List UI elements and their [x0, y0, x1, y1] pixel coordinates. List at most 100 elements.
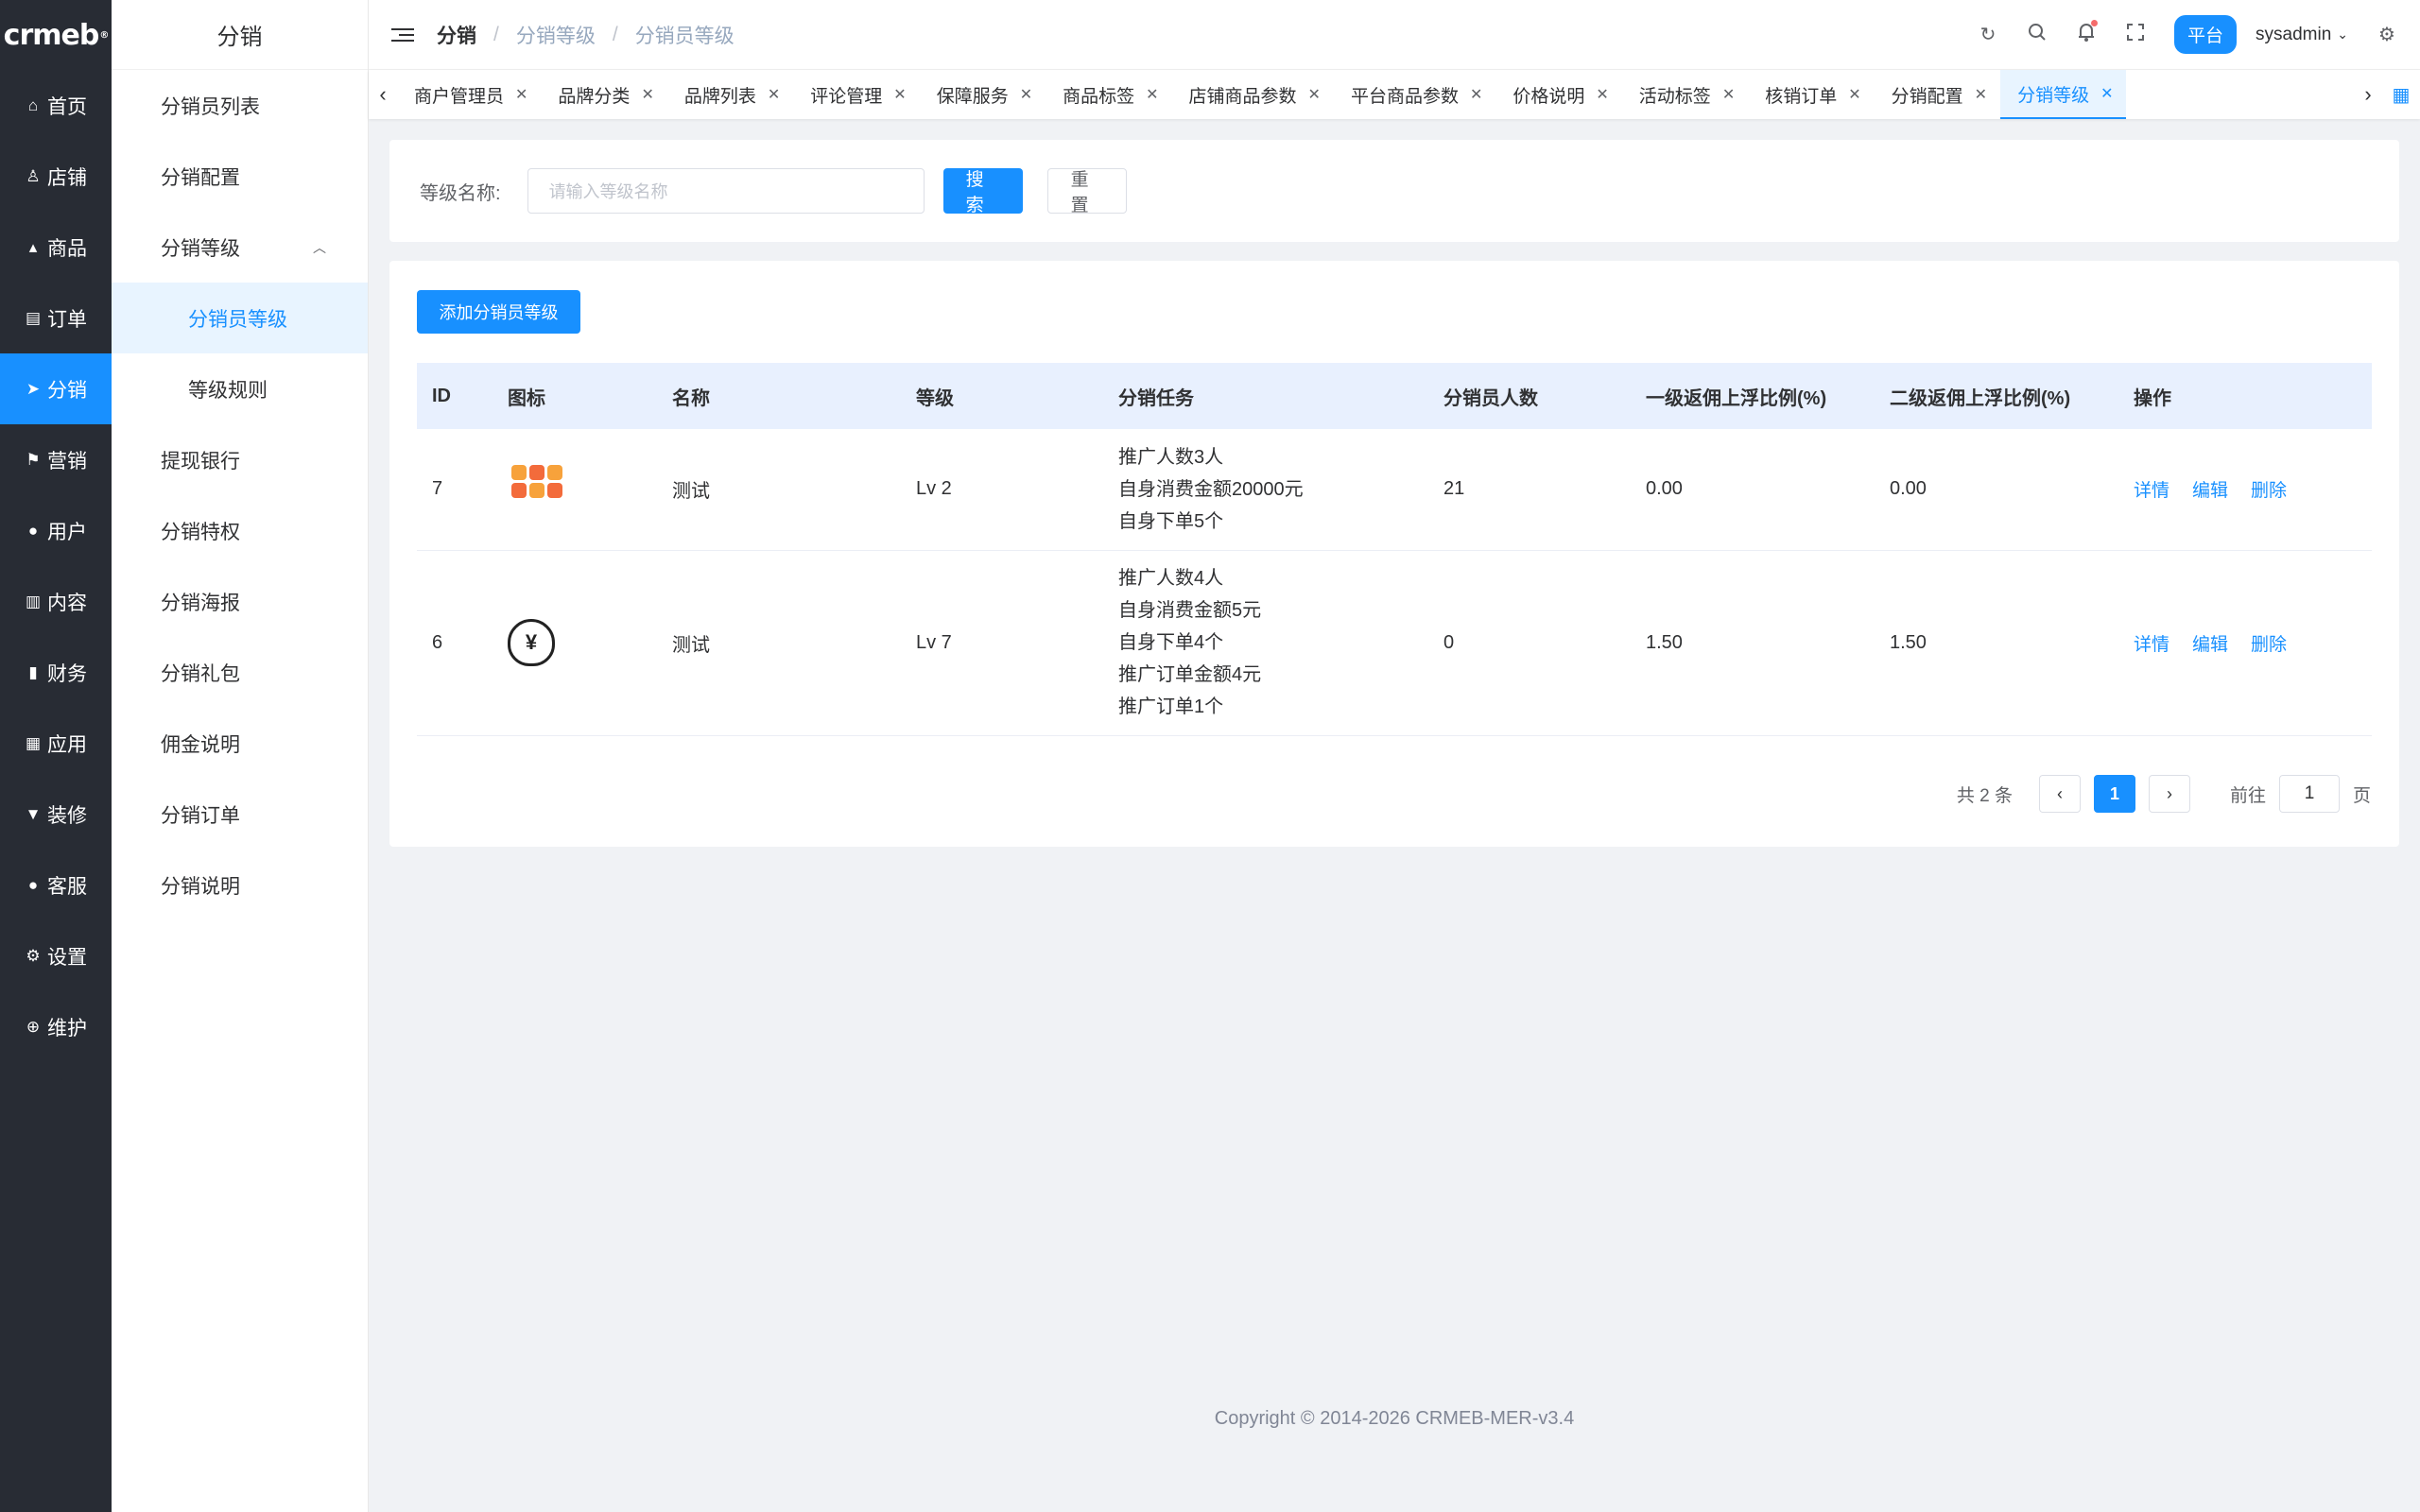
platform-badge[interactable]: 平台 — [2174, 15, 2238, 54]
edit-link[interactable]: 编辑 — [2192, 481, 2228, 501]
tab-3[interactable]: 评论管理 ✕ — [793, 70, 919, 119]
add-level-button[interactable]: 添加分销员等级 — [417, 290, 580, 334]
sidebar-item-11[interactable]: 分销说明 — [112, 850, 368, 920]
goto-page-input[interactable]: 1 — [2278, 775, 2340, 813]
chevron-left-icon[interactable]: ‹ — [369, 82, 397, 107]
sidebar-item-6[interactable]: 分销特权 — [112, 495, 368, 566]
tab-label: 品牌列表 — [683, 86, 756, 107]
level-name-input[interactable]: 请输入等级名称 — [527, 168, 925, 214]
close-icon[interactable]: ✕ — [1722, 85, 1735, 104]
logo-text: crmeb — [3, 18, 100, 52]
nav-item-6[interactable]: ● 用户 — [0, 495, 112, 566]
sidebar-item-3[interactable]: 分销员等级 — [112, 283, 368, 353]
tab-2[interactable]: 品牌列表 ✕ — [667, 70, 793, 119]
flag-icon: ⚑ — [26, 450, 41, 469]
delete-link[interactable]: 删除 — [2251, 481, 2287, 501]
sidebar-item-7[interactable]: 分销海报 — [112, 566, 368, 637]
tab-1[interactable]: 品牌分类 ✕ — [541, 70, 666, 119]
badges-image-icon[interactable] — [508, 461, 564, 518]
nav-item-3[interactable]: ▤ 订单 — [0, 283, 112, 353]
nav-item-8[interactable]: ▮ 财务 — [0, 637, 112, 708]
sidebar-item-10[interactable]: 分销订单 — [112, 779, 368, 850]
sidebar-item-9[interactable]: 佣金说明 — [112, 708, 368, 779]
edit-link[interactable]: 编辑 — [2192, 635, 2228, 655]
level-table-card: 添加分销员等级 ID 图标 名称 等级 分销任务 分销员人数 一级返佣上浮比例(%) 二级返佣… — [389, 261, 2399, 847]
tab-11[interactable]: 分销配置 ✕ — [1875, 70, 2000, 119]
prev-page-button[interactable]: ‹ — [2038, 775, 2081, 813]
sidebar-item-5[interactable]: 提现银行 — [112, 424, 368, 495]
column-header: 分销任务 — [1118, 387, 1194, 409]
nav-item-2[interactable]: ▴ 商品 — [0, 212, 112, 283]
refresh-icon[interactable]: ↻ — [1978, 23, 1998, 46]
tab-7[interactable]: 平台商品参数 ✕ — [1334, 70, 1495, 119]
nav-item-13[interactable]: ⊕ 维护 — [0, 991, 112, 1062]
tab-12[interactable]: 分销等级 ✕ — [2000, 70, 2127, 119]
brand-logo[interactable]: crmeb ® — [0, 0, 112, 70]
money-bag-icon[interactable]: ¥ — [508, 619, 555, 666]
cell-actions: 详情 编辑 删除 — [2118, 550, 2372, 736]
close-icon[interactable]: ✕ — [1020, 85, 1032, 104]
page-number-button[interactable]: 1 — [2093, 775, 2135, 813]
nav-item-9[interactable]: ▦ 应用 — [0, 708, 112, 779]
nav-item-12[interactable]: ⚙ 设置 — [0, 920, 112, 991]
close-icon[interactable]: ✕ — [768, 85, 780, 104]
tab-6[interactable]: 店铺商品参数 ✕ — [1172, 70, 1334, 119]
sidebar-item-4[interactable]: 等级规则 — [112, 353, 368, 424]
fullscreen-icon[interactable] — [2125, 23, 2146, 47]
close-icon[interactable]: ✕ — [2100, 84, 2113, 103]
sidebar-item-label: 分销员列表 — [161, 95, 260, 118]
detail-link[interactable]: 详情 — [2134, 635, 2169, 655]
cell-count: 0 — [1428, 550, 1631, 736]
sidebar-item-label: 提现银行 — [161, 450, 240, 472]
search-button[interactable]: 搜索 — [942, 168, 1023, 215]
reset-button[interactable]: 重置 — [1046, 168, 1127, 215]
close-icon[interactable]: ✕ — [1596, 85, 1608, 104]
close-icon[interactable]: ✕ — [1308, 85, 1321, 104]
close-icon[interactable]: ✕ — [1975, 85, 1987, 104]
delete-link[interactable]: 删除 — [2251, 635, 2287, 655]
cell-name: 测试 — [657, 429, 901, 551]
user-menu[interactable]: sysadmin ⌄ — [2256, 25, 2348, 45]
nav-item-7[interactable]: ▥ 内容 — [0, 566, 112, 637]
close-icon[interactable]: ✕ — [1848, 85, 1860, 104]
nav-item-5[interactable]: ⚑ 营销 — [0, 424, 112, 495]
menu-toggle-icon[interactable] — [391, 24, 414, 46]
sidebar-item-label: 分销订单 — [161, 804, 240, 827]
detail-link[interactable]: 详情 — [2134, 481, 2169, 501]
search-icon[interactable] — [2027, 23, 2048, 47]
tab-10[interactable]: 核销订单 ✕ — [1748, 70, 1874, 119]
nav-item-4[interactable]: ➤ 分销 — [0, 353, 112, 424]
sidebar-item-8[interactable]: 分销礼包 — [112, 637, 368, 708]
cell-rate2: 0.00 — [1875, 429, 2118, 551]
table-row: 6 ¥ 测试 Lv 7 推广人数4人 自身消费金额5元 自身下单4个 推广订单金额4元 推广订单… — [417, 550, 2372, 736]
cell-rate1: 0.00 — [1631, 429, 1875, 551]
tab-0[interactable]: 商户管理员 ✕ — [397, 70, 541, 119]
breadcrumb-item[interactable]: 分销等级 — [516, 21, 596, 49]
breadcrumb-item[interactable]: 分销 — [437, 21, 476, 49]
next-page-button[interactable]: › — [2148, 775, 2190, 813]
tab-8[interactable]: 价格说明 ✕ — [1495, 70, 1621, 119]
nav-item-1[interactable]: ♙ 店铺 — [0, 141, 112, 212]
grid-menu-icon[interactable]: ▦ — [2382, 83, 2420, 107]
main-nav-rail: crmeb ® ⌂ 首页 ♙ 店铺 ▴ 商品 ▤ 订单 ➤ 分销 ⚑ 营销 ● 用户 ▥ 内容 ▮ 财务 ▦ 应用 ▼ 装修… — [0, 0, 112, 1512]
close-icon[interactable]: ✕ — [1146, 85, 1158, 104]
sidebar-item-1[interactable]: 分销配置 — [112, 141, 368, 212]
sidebar-item-0[interactable]: 分销员列表 — [112, 70, 368, 141]
close-icon[interactable]: ✕ — [1470, 85, 1482, 104]
tab-9[interactable]: 活动标签 ✕ — [1622, 70, 1748, 119]
chevron-right-icon[interactable]: › — [2354, 82, 2382, 107]
nav-item-11[interactable]: ● 客服 — [0, 850, 112, 920]
nav-item-0[interactable]: ⌂ 首页 — [0, 70, 112, 141]
close-icon[interactable]: ✕ — [893, 85, 906, 104]
sidebar-item-label: 分销礼包 — [161, 662, 240, 685]
sidebar-item-2[interactable]: 分销等级 ︿ — [112, 212, 368, 283]
bell-icon[interactable] — [2076, 19, 2098, 48]
nav-item-label: 应用 — [47, 733, 87, 756]
nav-item-10[interactable]: ▼ 装修 — [0, 779, 112, 850]
close-icon[interactable]: ✕ — [641, 85, 653, 104]
tab-4[interactable]: 保障服务 ✕ — [920, 70, 1046, 119]
task-line: 自身下单4个 — [1118, 632, 1224, 653]
close-icon[interactable]: ✕ — [515, 85, 527, 104]
gear-icon[interactable]: ⚙ — [2377, 23, 2397, 46]
tab-5[interactable]: 商品标签 ✕ — [1046, 70, 1171, 119]
